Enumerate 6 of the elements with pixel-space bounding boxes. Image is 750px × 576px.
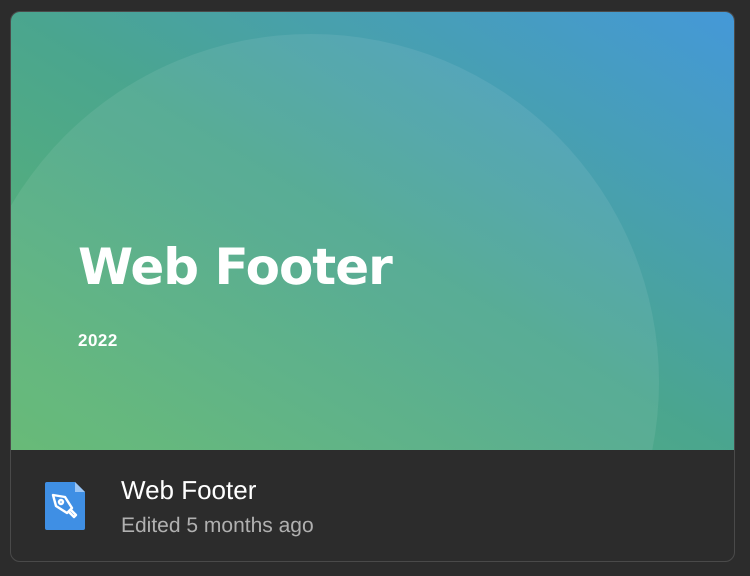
file-name: Web Footer <box>121 474 258 506</box>
thumbnail-year: 2022 <box>78 331 119 351</box>
edited-time: Edited 5 months ago <box>121 514 314 538</box>
pen-file-icon <box>45 482 85 530</box>
file-card[interactable]: Web Footer 2022 Web Footer Edited 5 months ago <box>10 11 735 562</box>
thumbnail-title: Web Footer <box>78 237 394 297</box>
